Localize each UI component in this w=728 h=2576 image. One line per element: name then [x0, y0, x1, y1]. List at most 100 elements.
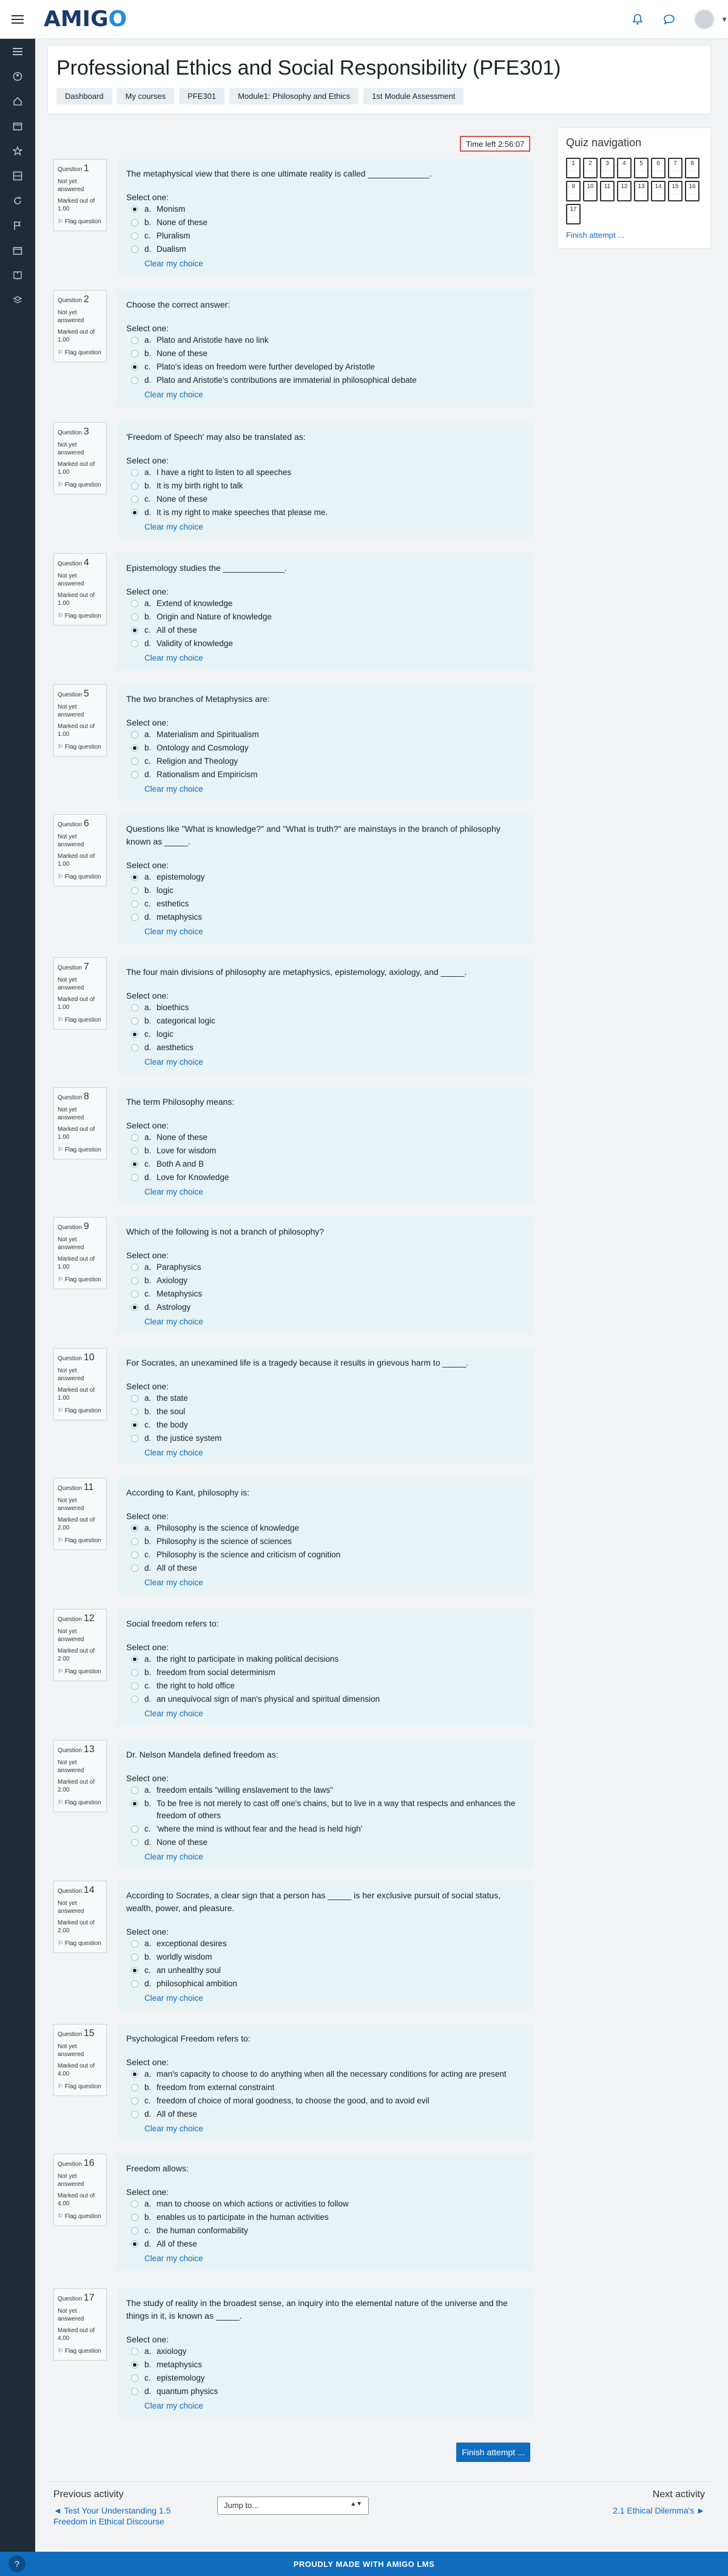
radio-button[interactable]	[131, 219, 138, 226]
answer-option[interactable]: c. Plato's ideas on freedom were further …	[126, 361, 524, 373]
answer-option[interactable]: d. Dualism	[126, 243, 524, 255]
calendar-icon[interactable]	[0, 113, 35, 138]
clear-choice-link[interactable]: Clear my choice	[126, 1578, 524, 1587]
answer-option[interactable]: c. Metaphysics	[126, 1288, 524, 1300]
answer-option[interactable]: a. the right to participate in making pol…	[126, 1653, 524, 1665]
quiz-nav-button[interactable]: 3	[600, 158, 615, 178]
answer-option[interactable]: c. 'where the mind is without fear and th…	[126, 1823, 524, 1835]
clear-choice-link[interactable]: Clear my choice	[126, 1709, 524, 1718]
radio-button[interactable]	[131, 1551, 138, 1559]
answer-option[interactable]: a. None of these	[126, 1131, 524, 1144]
quiz-nav-button[interactable]: 2	[583, 158, 598, 178]
radio-button[interactable]	[131, 1980, 138, 1988]
answer-option[interactable]: b. To be free is not merely to cast off o…	[126, 1798, 524, 1822]
radio-button[interactable]	[131, 1134, 138, 1141]
help-icon[interactable]: ?	[8, 2555, 25, 2572]
grid-icon[interactable]	[0, 163, 35, 188]
answer-option[interactable]: c. Pluralism	[126, 230, 524, 242]
radio-button[interactable]	[131, 1290, 138, 1298]
flag-question-button[interactable]: ⚐ Flag question	[58, 1537, 103, 1545]
radio-button[interactable]	[131, 1940, 138, 1947]
quiz-nav-button[interactable]: 1	[566, 158, 581, 178]
next-activity-link[interactable]: 2.1 Ethical Dilemma's ►	[613, 2505, 705, 2516]
book-icon[interactable]	[0, 263, 35, 288]
radio-button[interactable]	[131, 1669, 138, 1676]
radio-button[interactable]	[131, 1839, 138, 1846]
answer-option[interactable]: a. Extend of knowledge	[126, 598, 524, 610]
radio-button[interactable]	[131, 2227, 138, 2234]
answer-option[interactable]: b. freedom from external constraint	[126, 2082, 524, 2094]
radio-button[interactable]	[131, 2348, 138, 2355]
radio-button[interactable]	[131, 744, 138, 752]
jump-to-select[interactable]: Jump to... ▲▼	[217, 2497, 369, 2515]
radio-button[interactable]	[131, 900, 138, 908]
quiz-nav-button[interactable]: 16	[685, 181, 699, 201]
answer-option[interactable]: b. Philosophy is the science of sciences	[126, 1536, 524, 1548]
quiz-nav-button[interactable]: 7	[668, 158, 682, 178]
quiz-nav-button[interactable]: 11	[600, 181, 615, 201]
answer-option[interactable]: a. bioethics	[126, 1002, 524, 1014]
clear-choice-link[interactable]: Clear my choice	[126, 390, 524, 399]
quiz-nav-button[interactable]: 6	[651, 158, 666, 178]
clear-choice-link[interactable]: Clear my choice	[126, 2401, 524, 2410]
answer-option[interactable]: b. None of these	[126, 348, 524, 360]
radio-button[interactable]	[131, 1004, 138, 1011]
chat-icon[interactable]	[662, 13, 676, 26]
radio-button[interactable]	[131, 2375, 138, 2382]
radio-button[interactable]	[131, 731, 138, 738]
radio-button[interactable]	[131, 758, 138, 765]
answer-option[interactable]: d. Astrology	[126, 1301, 524, 1313]
answer-option[interactable]: c. an unhealthy soul	[126, 1964, 524, 1977]
radio-button[interactable]	[131, 2214, 138, 2221]
answer-option[interactable]: b. categorical logic	[126, 1015, 524, 1027]
answer-option[interactable]: c. the body	[126, 1419, 524, 1431]
list-icon[interactable]	[0, 39, 35, 64]
radio-button[interactable]	[131, 496, 138, 503]
answer-option[interactable]: b. logic	[126, 885, 524, 897]
answer-option[interactable]: b. freedom from social determinism	[126, 1667, 524, 1679]
radio-button[interactable]	[131, 482, 138, 490]
radio-button[interactable]	[131, 1967, 138, 1974]
answer-option[interactable]: a. Paraphysics	[126, 1261, 524, 1273]
radio-button[interactable]	[131, 2200, 138, 2208]
clear-choice-link[interactable]: Clear my choice	[126, 927, 524, 936]
answer-option[interactable]: c. freedom of choice of moral goodness, t…	[126, 2095, 524, 2107]
answer-option[interactable]: c. the human conformability	[126, 2225, 524, 2237]
answer-option[interactable]: d. metaphysics	[126, 911, 524, 923]
answer-option[interactable]: a. the state	[126, 1392, 524, 1404]
hamburger-icon[interactable]	[0, 0, 35, 39]
answer-option[interactable]: d. Rationalism and Empiricism	[126, 769, 524, 781]
quiz-nav-button[interactable]: 4	[617, 158, 632, 178]
answer-option[interactable]: b. Love for wisdom	[126, 1145, 524, 1157]
answer-option[interactable]: d. Love for Knowledge	[126, 1172, 524, 1184]
radio-button[interactable]	[131, 1277, 138, 1284]
radio-button[interactable]	[131, 887, 138, 894]
answer-option[interactable]: b. None of these	[126, 217, 524, 229]
radio-button[interactable]	[131, 1525, 138, 1532]
refresh-icon[interactable]	[0, 188, 35, 213]
finish-attempt-link[interactable]: Finish attempt ...	[566, 231, 702, 240]
dashboard-icon[interactable]	[0, 64, 35, 89]
radio-button[interactable]	[131, 1264, 138, 1271]
radio-button[interactable]	[131, 1954, 138, 1961]
answer-option[interactable]: a. I have a right to listen to all speech…	[126, 467, 524, 479]
radio-button[interactable]	[131, 363, 138, 371]
answer-option[interactable]: b. enables us to participate in the human…	[126, 2211, 524, 2224]
radio-button[interactable]	[131, 914, 138, 921]
answer-option[interactable]: d. It is my right to make speeches that p…	[126, 507, 524, 519]
radio-button[interactable]	[131, 1787, 138, 1794]
flag-question-button[interactable]: ⚐ Flag question	[58, 2347, 103, 2355]
answer-option[interactable]: d. All of these	[126, 2238, 524, 2250]
radio-button[interactable]	[131, 1800, 138, 1807]
quiz-nav-button[interactable]: 14	[651, 181, 666, 201]
radio-button[interactable]	[131, 1421, 138, 1429]
radio-button[interactable]	[131, 509, 138, 516]
star-icon[interactable]	[0, 138, 35, 163]
answer-option[interactable]: d. the justice system	[126, 1432, 524, 1445]
flag-question-button[interactable]: ⚐ Flag question	[58, 612, 103, 620]
answer-option[interactable]: a. man to choose on which actions or acti…	[126, 2198, 524, 2210]
answer-option[interactable]: c. logic	[126, 1028, 524, 1040]
answer-option[interactable]: d. None of these	[126, 1836, 524, 1849]
site-logo[interactable]: AMIGO	[44, 7, 127, 32]
quiz-nav-button[interactable]: 12	[617, 181, 632, 201]
